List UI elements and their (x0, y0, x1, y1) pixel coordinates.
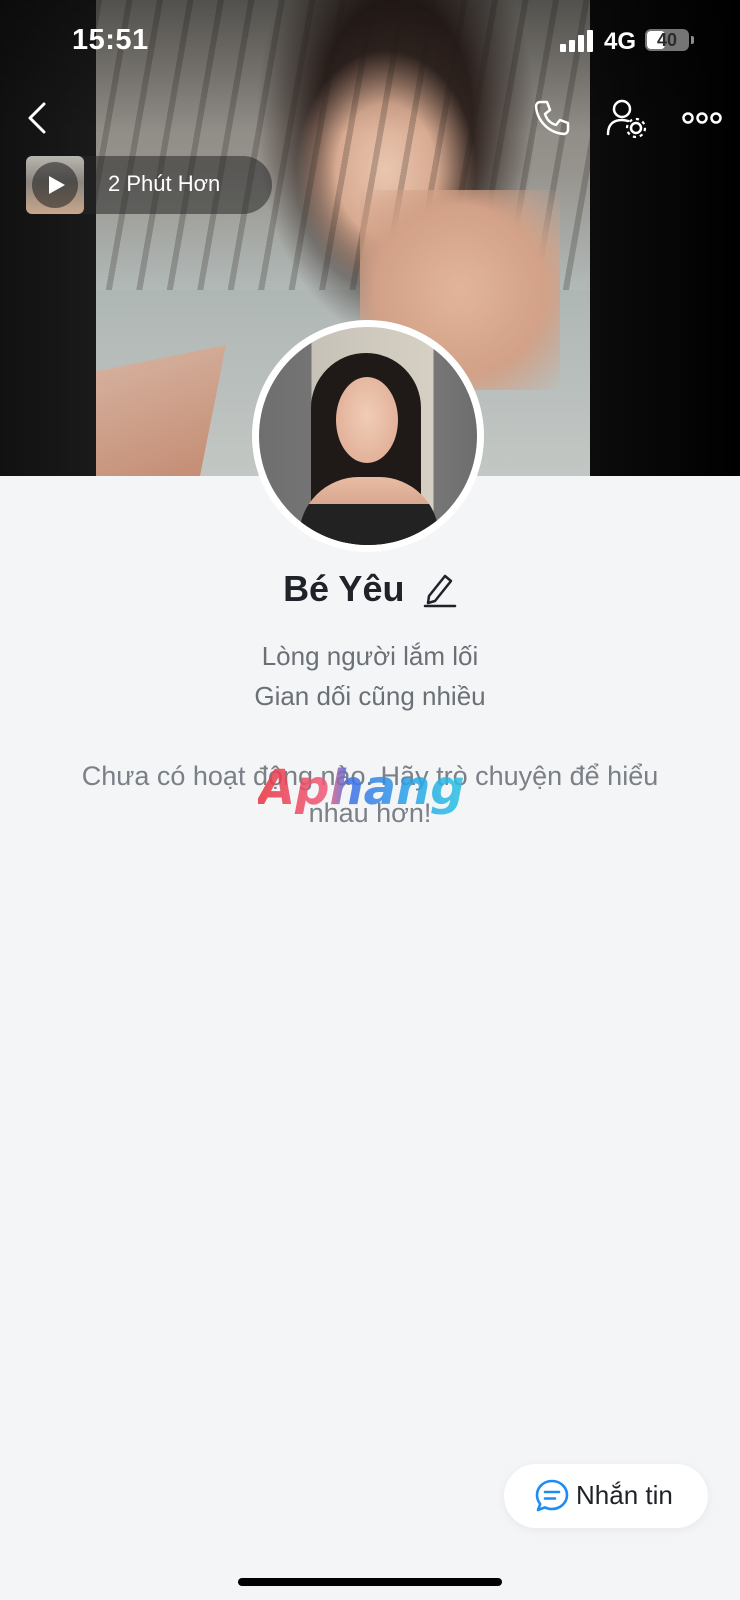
profile-name-row: Bé Yêu (0, 568, 740, 624)
profile-status-line-1: Lòng người lắm lối (261, 641, 479, 671)
status-bar: 15:51 4G 40 (0, 0, 740, 80)
back-arrow (28, 102, 46, 134)
avatar[interactable] (259, 327, 477, 545)
more-options-button (682, 112, 722, 124)
battery-percentage: 40 (656, 30, 678, 50)
play-triangle (49, 176, 65, 194)
battery-icon: 40 (645, 29, 689, 51)
profile-settings-button (606, 99, 647, 139)
more-horizontal-icon[interactable] (680, 96, 724, 140)
empty-activity-message: Chưa có hoạt động nào. Hãy trò chuyện để… (81, 761, 659, 828)
call-button (534, 100, 570, 136)
avatar-face (336, 377, 398, 463)
profile-status-line-2: Gian dối cũng nhiều (254, 681, 486, 711)
user-gear-icon[interactable] (604, 96, 648, 140)
message-button-label: Nhắn tin (576, 1480, 673, 1510)
phone-icon[interactable] (530, 96, 574, 140)
edit-name-button (423, 574, 457, 608)
chat-bubble-icon (535, 1479, 569, 1512)
pencil-icon[interactable] (423, 570, 457, 608)
profile-music[interactable]: 2 Phút Hơn (26, 156, 272, 214)
play-icon[interactable] (32, 162, 78, 208)
message-button[interactable]: Nhắn tin (504, 1464, 708, 1528)
music-thumbnail (26, 156, 84, 214)
signal-icon (560, 30, 596, 52)
network-type: 4G (604, 28, 637, 55)
home-indicator[interactable] (238, 1578, 502, 1586)
music-title: 2 Phút Hơn (108, 171, 221, 196)
chevron-left-icon[interactable] (16, 96, 60, 140)
status-time: 15:51 (72, 24, 149, 56)
profile-name: Bé Yêu (283, 568, 405, 609)
battery-tip (691, 36, 694, 44)
